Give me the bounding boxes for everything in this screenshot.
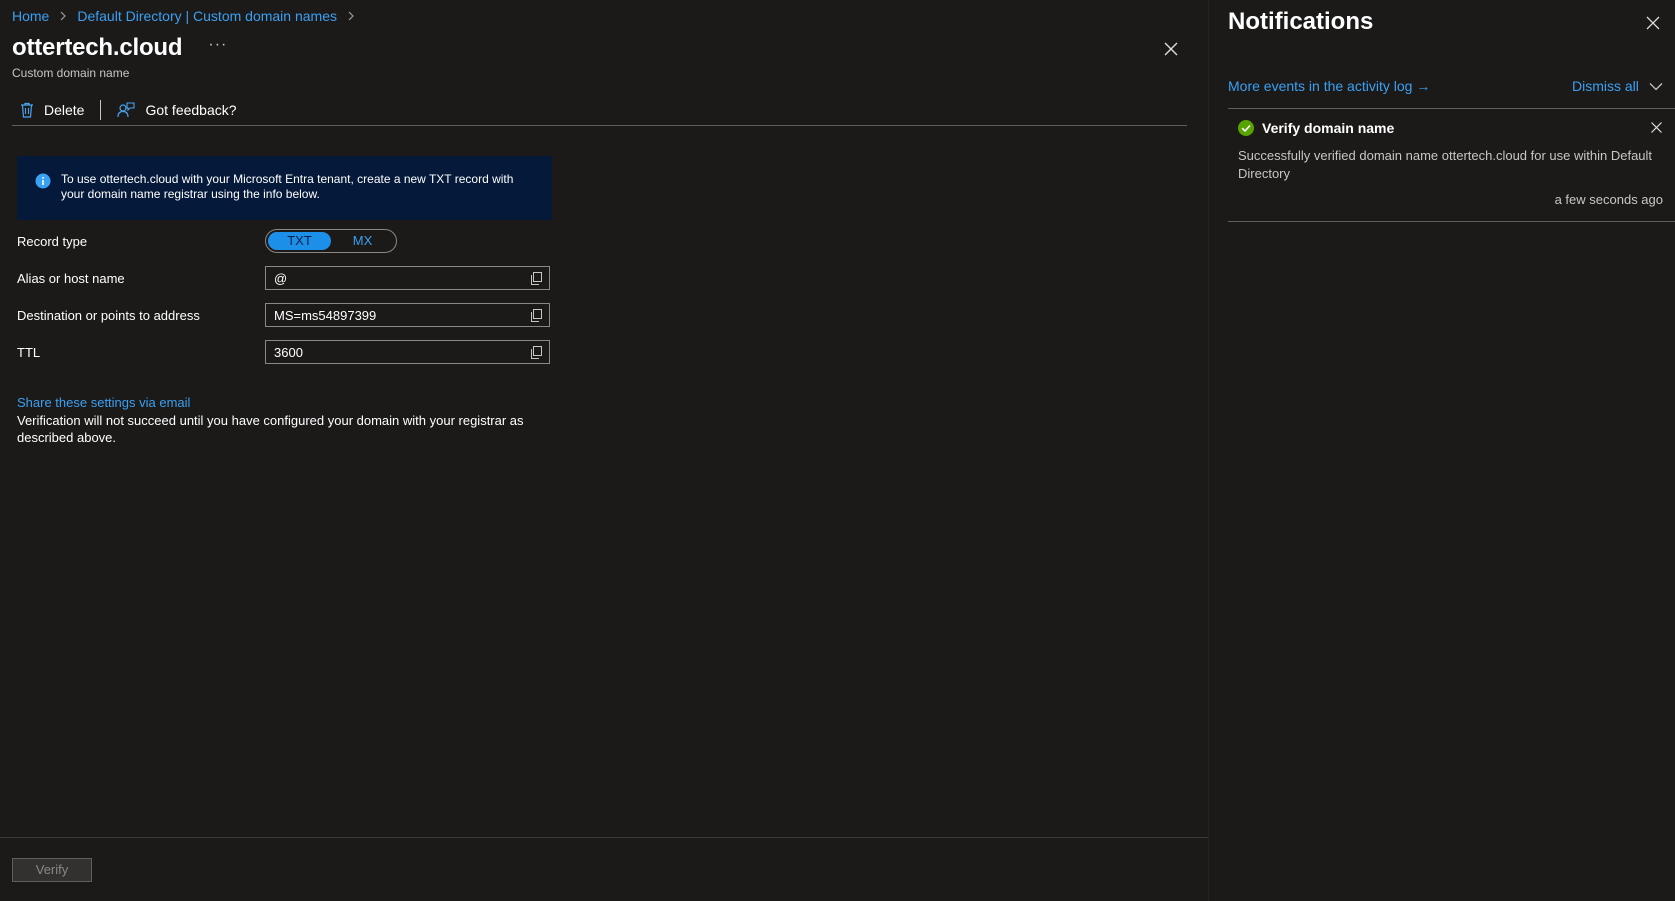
alias-value: @	[274, 270, 288, 286]
notification-header: Verify domain name	[1238, 118, 1663, 138]
page-subtitle: Custom domain name	[12, 66, 130, 80]
notifications-title: Notifications	[1228, 8, 1374, 35]
close-icon[interactable]	[1650, 121, 1663, 134]
destination-value: MS=ms54897399	[274, 307, 377, 323]
record-type-row: Record type TXT MX	[17, 229, 552, 253]
copy-icon[interactable]	[530, 309, 543, 322]
notification-time: a few seconds ago	[1554, 192, 1663, 207]
destination-row: Destination or points to address MS=ms54…	[17, 303, 552, 327]
notification-title: Verify domain name	[1262, 120, 1395, 136]
alias-label: Alias or host name	[17, 270, 125, 286]
notifications-pane: Notifications More events in the activit…	[1208, 0, 1675, 901]
command-bar: Delete Got feedback?	[12, 94, 1187, 126]
chevron-right-icon	[59, 8, 67, 24]
more-options-button[interactable]: ···	[208, 36, 227, 54]
ttl-value: 3600	[274, 344, 303, 360]
breadcrumb: Home Default Directory | Custom domain n…	[12, 7, 365, 25]
ttl-field[interactable]: 3600	[265, 340, 550, 364]
record-type-toggle[interactable]: TXT MX	[265, 229, 397, 253]
notification-body: Successfully verified domain name ottert…	[1238, 148, 1653, 181]
chevron-right-icon	[347, 8, 355, 24]
delete-label: Delete	[44, 101, 85, 118]
domain-blade: Home Default Directory | Custom domain n…	[0, 0, 1208, 901]
close-icon[interactable]	[1645, 15, 1661, 31]
notification-item[interactable]: Verify domain name Successfully verified…	[1238, 118, 1663, 207]
page-title: ottertech.cloud	[12, 34, 183, 61]
feedback-icon	[117, 101, 136, 117]
dismiss-all-button[interactable]: Dismiss all	[1572, 78, 1663, 94]
verify-button[interactable]: Verify	[12, 858, 92, 882]
alias-field[interactable]: @	[265, 266, 550, 290]
chevron-down-icon[interactable]	[1649, 82, 1663, 91]
notifications-divider	[1228, 221, 1675, 222]
verification-note: Verification will not succeed until you …	[17, 413, 524, 445]
breadcrumb-home[interactable]: Home	[12, 8, 49, 24]
feedback-label: Got feedback?	[145, 101, 237, 118]
destination-label: Destination or points to address	[17, 307, 200, 323]
dismiss-all-label: Dismiss all	[1572, 78, 1639, 94]
ttl-label: TTL	[17, 344, 41, 360]
breadcrumb-custom-domain-names[interactable]: Default Directory | Custom domain names	[77, 8, 337, 24]
info-icon	[35, 173, 51, 189]
title-row: ottertech.cloud ···	[12, 34, 227, 62]
delete-button[interactable]: Delete	[12, 98, 92, 122]
notifications-divider	[1228, 108, 1675, 109]
close-icon[interactable]	[1162, 40, 1180, 58]
alias-row: Alias or host name @	[17, 266, 552, 290]
share-settings-link[interactable]: Share these settings via email	[17, 395, 190, 410]
trash-icon	[21, 102, 33, 118]
toolbar-divider	[100, 99, 102, 120]
record-type-label: Record type	[17, 233, 88, 249]
activity-log-link[interactable]: More events in the activity log →	[1228, 78, 1430, 94]
blade-footer: Verify	[0, 837, 1208, 901]
destination-field[interactable]: MS=ms54897399	[265, 303, 550, 327]
success-check-icon	[1238, 120, 1254, 136]
record-type-option-txt[interactable]: TXT	[268, 232, 331, 250]
ttl-row: TTL 3600	[17, 340, 552, 364]
record-type-option-mx[interactable]: MX	[331, 232, 394, 250]
info-banner: To use ottertech.cloud with your Microso…	[17, 156, 552, 220]
copy-icon[interactable]	[530, 272, 543, 285]
copy-icon[interactable]	[530, 346, 543, 359]
info-text: To use ottertech.cloud with your Microso…	[61, 172, 514, 201]
feedback-button[interactable]: Got feedback?	[109, 98, 244, 122]
